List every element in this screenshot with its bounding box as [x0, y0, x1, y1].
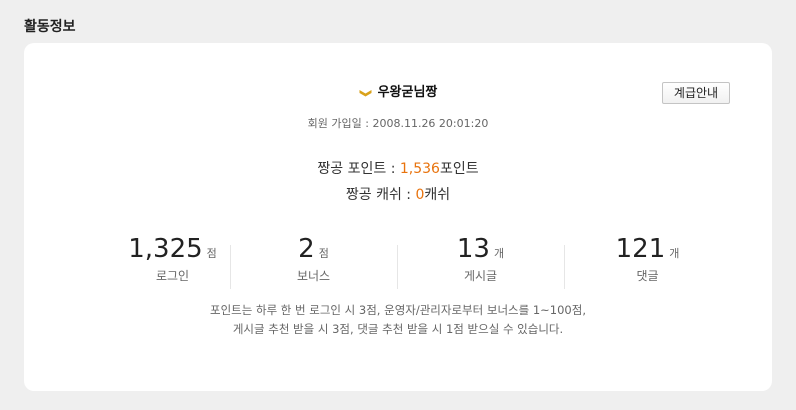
stat-bonus-unit: 점 [318, 247, 329, 260]
cash-unit: 캐쉬 [424, 187, 451, 203]
stat-posts[interactable]: 13 개 게시글 [397, 231, 564, 291]
stat-posts-unit: 개 [493, 247, 505, 260]
join-date-row: 회원 가입일 : 2008.11.26 20:01:20 [24, 115, 772, 131]
points-info-line-2: 게시글 추천 받을 시 3점, 댓글 추천 받을 시 1점 받으실 수 있습니다… [232, 322, 564, 336]
stat-login-value: 1,325 [128, 234, 203, 264]
stat-comments-label: 댓글 [636, 269, 659, 283]
rank-chevron-icon [359, 87, 372, 97]
points-label: 짱공 포인트 : [317, 161, 400, 177]
stat-bonus-value: 2 [298, 234, 315, 264]
points-info-line-1: 포인트는 하루 한 번 로그인 시 3점, 운영자/관리자로부터 보너스를 1~… [210, 303, 586, 317]
nickname[interactable]: 우왕굳님짱 [378, 85, 438, 100]
points-info-text: 포인트는 하루 한 번 로그인 시 3점, 운영자/관리자로부터 보너스를 1~… [24, 301, 772, 339]
stat-comments-unit: 개 [669, 247, 680, 260]
points-unit: 포인트 [439, 161, 479, 177]
section-title: 활동정보 [24, 19, 76, 35]
stat-bonus: 2점 보너스 [230, 231, 397, 291]
activity-card: 계급안내 우왕굳님짱 회원 가입일 : 2008.11.26 20:01:20 … [24, 43, 772, 391]
stat-comments-value: 121 [615, 234, 666, 264]
join-date-label: 회원 가입일 : [307, 117, 373, 130]
points-row: 짱공 포인트 : 1,536포인트 [24, 158, 772, 178]
cash-row: 짱공 캐쉬 : 0캐쉬 [24, 184, 772, 204]
stat-bonus-label: 보너스 [296, 269, 331, 283]
stat-posts-value: 13 [456, 234, 490, 264]
points-value: 1,536 [399, 161, 440, 177]
stat-login-unit: 점 [206, 247, 217, 260]
stat-posts-label: 게시글 [463, 269, 498, 283]
cash-label: 짱공 캐쉬 : [345, 187, 416, 203]
nickname-row: 우왕굳님짱 [24, 81, 772, 100]
stats-row: 1,325 점 로그인 2점 보너스 13 개 게시글 121 개 댓글 [89, 231, 759, 291]
stat-comments[interactable]: 121 개 댓글 [564, 231, 731, 291]
join-date-value: 2008.11.26 20:01:20 [372, 117, 489, 130]
